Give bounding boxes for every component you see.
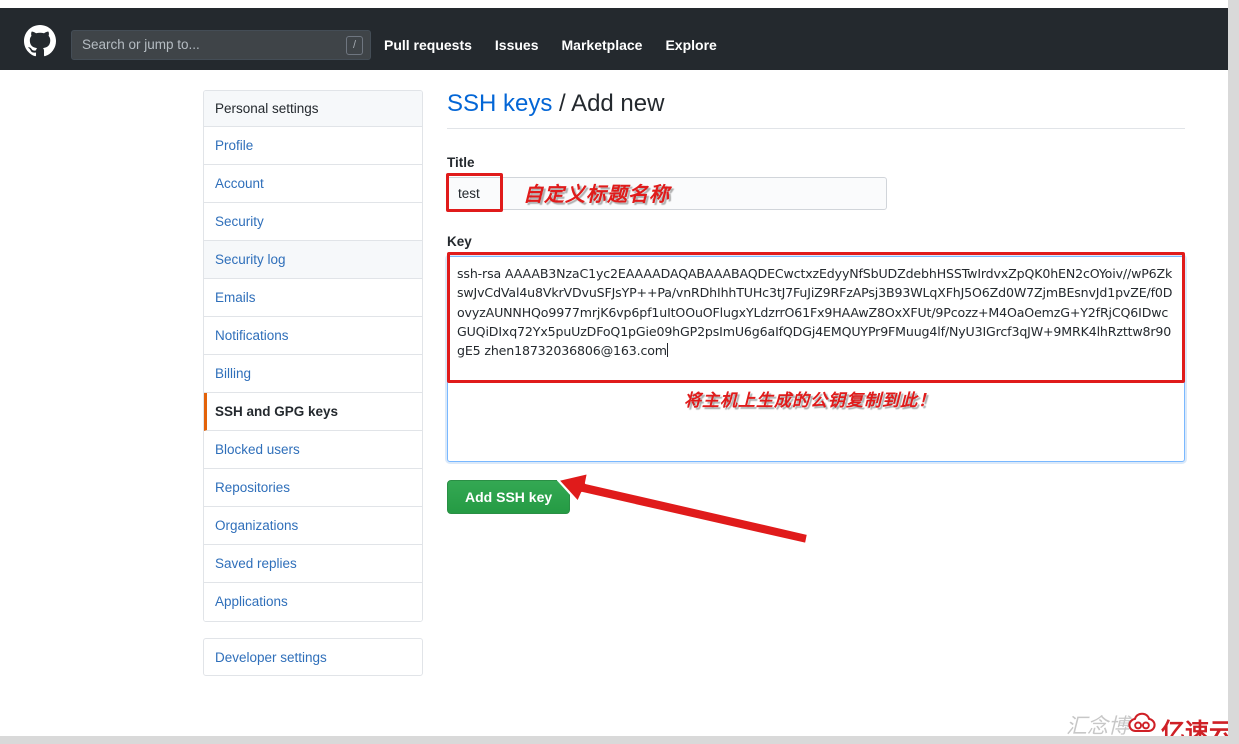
- page-title-current: Add new: [571, 90, 665, 117]
- sidebar-item-security[interactable]: Security: [204, 203, 422, 241]
- key-field-label: Key: [447, 234, 472, 249]
- search-placeholder: Search or jump to...: [82, 37, 200, 52]
- sidebar-item-repositories[interactable]: Repositories: [204, 469, 422, 507]
- search-shortcut-badge: /: [346, 36, 363, 55]
- sidebar-item-emails[interactable]: Emails: [204, 279, 422, 317]
- search-input[interactable]: Search or jump to... /: [71, 30, 371, 60]
- sidebar-item-applications[interactable]: Applications: [204, 583, 422, 621]
- key-textarea-value: ssh-rsa AAAAB3NzaC1yc2EAAAADAQABAAABAQDE…: [457, 266, 1173, 359]
- title-input[interactable]: test: [447, 177, 887, 210]
- sidebar-item-account[interactable]: Account: [204, 165, 422, 203]
- screenshot-root: Search or jump to... / Pull requests Iss…: [0, 0, 1239, 744]
- title-field-label: Title: [447, 155, 475, 170]
- sidebar-item-notifications[interactable]: Notifications: [204, 317, 422, 355]
- nav-item-explore[interactable]: Explore: [665, 37, 716, 53]
- browser-page: Search or jump to... / Pull requests Iss…: [0, 0, 1228, 736]
- nav-item-issues[interactable]: Issues: [495, 37, 539, 53]
- sidebar-heading: Personal settings: [204, 91, 422, 127]
- sidebar-item-saved-replies[interactable]: Saved replies: [204, 545, 422, 583]
- sidebar-item-ssh-and-gpg-keys[interactable]: SSH and GPG keys: [204, 393, 422, 431]
- watermark-brand: 亿速云: [1161, 718, 1228, 736]
- sidebar-item-developer-settings[interactable]: Developer settings: [203, 638, 423, 676]
- nav-item-pull-requests[interactable]: Pull requests: [384, 37, 472, 53]
- page-title-separator: /: [559, 90, 566, 117]
- github-mark-icon[interactable]: [24, 25, 56, 57]
- settings-sidebar: Personal settings Profile Account Securi…: [203, 90, 423, 676]
- text-caret: [666, 343, 668, 358]
- key-textarea[interactable]: ssh-rsa AAAAB3NzaC1yc2EAAAADAQABAAABAQDE…: [447, 256, 1185, 462]
- sidebar-item-profile[interactable]: Profile: [204, 127, 422, 165]
- sidebar-card: Personal settings Profile Account Securi…: [203, 90, 423, 622]
- title-input-value: test: [458, 186, 480, 201]
- sidebar-item-organizations[interactable]: Organizations: [204, 507, 422, 545]
- yisuyun-cloud-icon: [1128, 712, 1156, 733]
- add-ssh-key-button[interactable]: Add SSH key: [447, 480, 571, 514]
- main-content: SSH keys / Add new Title test Key ssh-rs…: [447, 90, 1185, 514]
- primary-nav: Pull requests Issues Marketplace Explore: [384, 37, 717, 53]
- sidebar-item-security-log[interactable]: Security log: [204, 241, 422, 279]
- sidebar-item-billing[interactable]: Billing: [204, 355, 422, 393]
- nav-item-marketplace[interactable]: Marketplace: [562, 37, 643, 53]
- page-title-link[interactable]: SSH keys: [447, 90, 552, 117]
- page-title: SSH keys / Add new: [447, 90, 1185, 129]
- site-header: Search or jump to... / Pull requests Iss…: [0, 8, 1228, 70]
- sidebar-item-blocked-users[interactable]: Blocked users: [204, 431, 422, 469]
- watermark-ghost-text: 汇念博: [1066, 714, 1129, 736]
